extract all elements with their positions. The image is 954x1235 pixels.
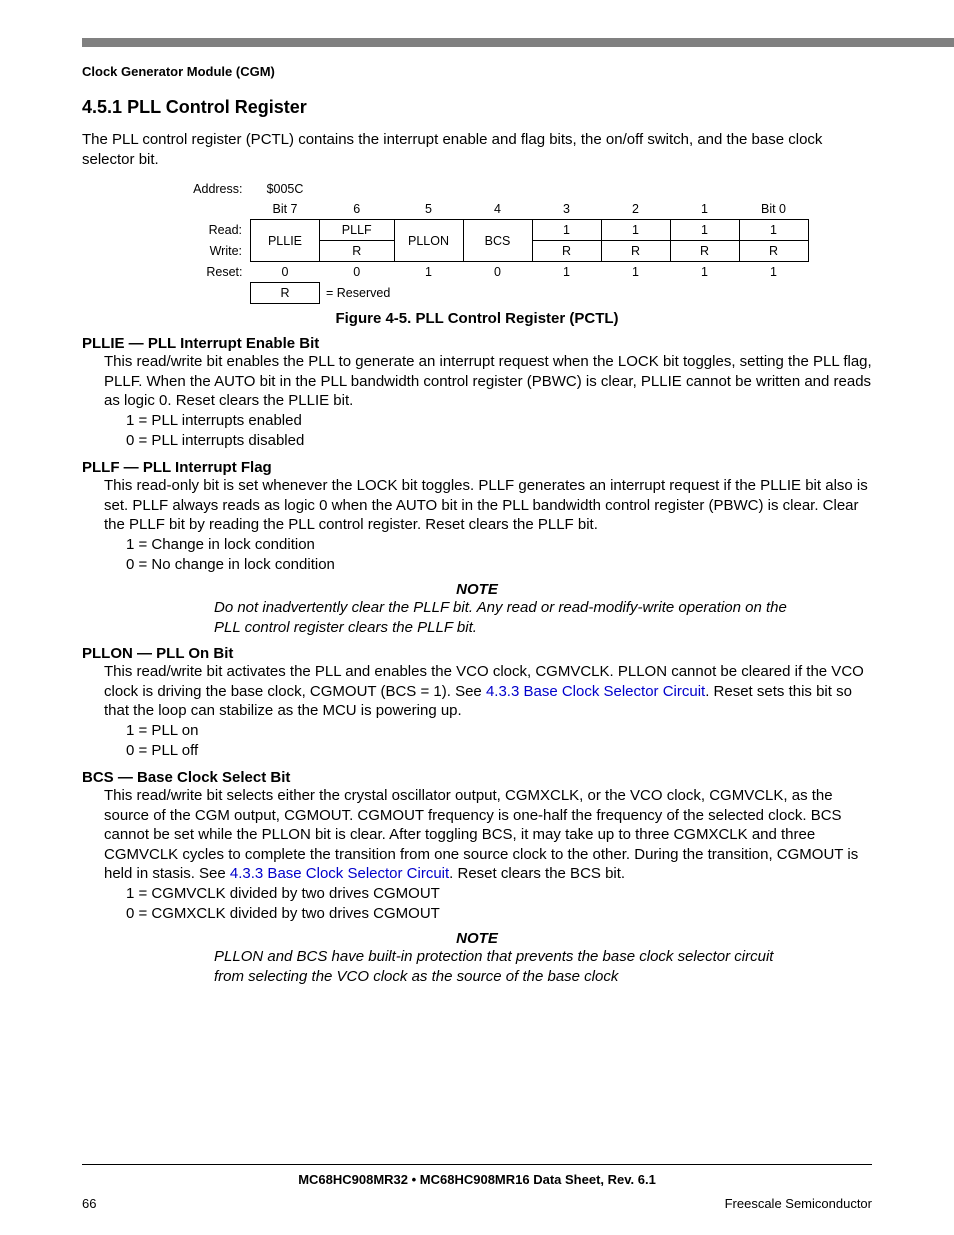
bit-header: 1 [670, 199, 739, 220]
link-base-clock-selector[interactable]: 4.3.3 Base Clock Selector Circuit [486, 683, 705, 700]
field-pllie-v0: 0 = PLL interrupts disabled [126, 431, 872, 451]
section-number: 4.5.1 [82, 97, 122, 117]
field-pllie-title: PLLIE — PLL Interrupt Enable Bit [82, 335, 872, 352]
bit-header: 5 [394, 199, 463, 220]
field-bcs-desc-post: . Reset clears the BCS bit. [449, 865, 625, 882]
field-pllon-v0: 0 = PLL off [126, 741, 872, 761]
write-label: Write: [182, 241, 251, 262]
bit-header: Bit 0 [739, 199, 808, 220]
reset-cell: 1 [601, 262, 670, 283]
footer-rule [82, 1164, 872, 1165]
reset-cell: 0 [251, 262, 320, 283]
legend-symbol: R [251, 283, 320, 304]
read-label: Read: [182, 220, 251, 241]
page-number: 66 [82, 1196, 96, 1211]
field-pllon-desc: This read/write bit activates the PLL an… [104, 662, 872, 721]
reg-cell-bcs: BCS [463, 220, 532, 262]
note-title: NOTE [82, 930, 872, 947]
field-pllie-desc: This read/write bit enables the PLL to g… [104, 352, 872, 411]
reset-cell: 1 [394, 262, 463, 283]
reset-cell: 0 [320, 262, 395, 283]
field-bcs-title: BCS — Base Clock Select Bit [82, 769, 872, 786]
bit-header: 2 [601, 199, 670, 220]
legend-text: = Reserved [320, 283, 395, 304]
bit-header: 6 [320, 199, 395, 220]
bit-header: Bit 7 [251, 199, 320, 220]
footer-vendor: Freescale Semiconductor [725, 1196, 872, 1211]
address-value: $005C [251, 179, 320, 199]
reg-cell-pllf-write: R [320, 241, 395, 262]
bit-header: 4 [463, 199, 532, 220]
note-title: NOTE [82, 581, 872, 598]
reg-cell-pllf-read: PLLF [320, 220, 395, 241]
address-label: Address: [182, 179, 251, 199]
field-pllf-v1: 1 = Change in lock condition [126, 535, 872, 555]
figure-caption: Figure 4-5. PLL Control Register (PCTL) [82, 310, 872, 327]
reg-cell-b1-write: R [670, 241, 739, 262]
reg-cell-b0-read: 1 [739, 220, 808, 241]
note-body: PLLON and BCS have built-in protection t… [214, 947, 802, 986]
reset-label: Reset: [182, 262, 251, 283]
footer-title: MC68HC908MR32 • MC68HC908MR16 Data Sheet… [0, 1172, 954, 1187]
field-pllf-title: PLLF — PLL Interrupt Flag [82, 459, 872, 476]
field-bcs-v0: 0 = CGMXCLK divided by two drives CGMOUT [126, 904, 872, 924]
reset-cell: 1 [670, 262, 739, 283]
section-name: PLL Control Register [127, 97, 307, 117]
link-base-clock-selector[interactable]: 4.3.3 Base Clock Selector Circuit [230, 865, 449, 882]
note-body: Do not inadvertently clear the PLLF bit.… [214, 598, 802, 637]
reset-cell: 0 [463, 262, 532, 283]
chapter-header: Clock Generator Module (CGM) [82, 64, 872, 79]
reg-cell-b0-write: R [739, 241, 808, 262]
reg-cell-b3-read: 1 [532, 220, 601, 241]
reset-cell: 1 [739, 262, 808, 283]
field-bcs-desc: This read/write bit selects either the c… [104, 786, 872, 884]
field-pllon-v1: 1 = PLL on [126, 721, 872, 741]
field-bcs-v1: 1 = CGMVCLK divided by two drives CGMOUT [126, 884, 872, 904]
register-diagram: Address: $005C Bit 7 6 5 4 3 2 1 Bit 0 R… [182, 179, 872, 304]
reg-cell-pllie: PLLIE [251, 220, 320, 262]
top-rule [82, 38, 954, 47]
field-pllf-v0: 0 = No change in lock condition [126, 555, 872, 575]
reg-cell-b3-write: R [532, 241, 601, 262]
field-pllf-desc: This read-only bit is set whenever the L… [104, 476, 872, 535]
reset-cell: 1 [532, 262, 601, 283]
reg-cell-b1-read: 1 [670, 220, 739, 241]
section-intro: The PLL control register (PCTL) contains… [82, 130, 872, 169]
field-pllie-v1: 1 = PLL interrupts enabled [126, 411, 872, 431]
reg-cell-b2-read: 1 [601, 220, 670, 241]
reg-cell-pllon: PLLON [394, 220, 463, 262]
reg-cell-b2-write: R [601, 241, 670, 262]
field-pllon-title: PLLON — PLL On Bit [82, 645, 872, 662]
section-title: 4.5.1 PLL Control Register [82, 97, 872, 118]
bit-header: 3 [532, 199, 601, 220]
